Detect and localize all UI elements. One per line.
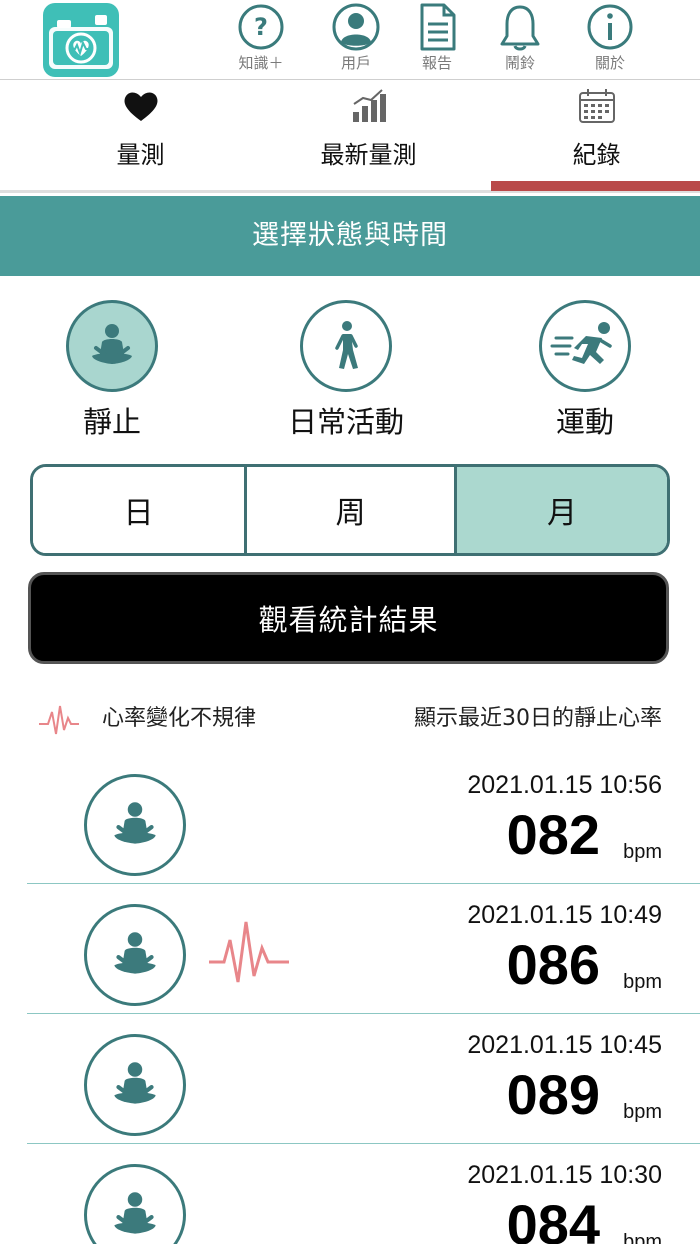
record-status-avatar: [84, 1034, 186, 1136]
record-timestamp: 2021.01.15 10:49: [467, 901, 662, 929]
record-heart-rate: 084: [506, 1193, 600, 1244]
tab-latest[interactable]: 最新量測: [252, 80, 485, 190]
knowledge-button[interactable]: ? 知識＋: [229, 2, 293, 76]
period-selector: 日 周 月: [30, 464, 670, 556]
irregular-heartbeat-icon: [209, 921, 289, 983]
status-daily-activity-label: 日常活動: [287, 405, 404, 439]
user-button[interactable]: 用戶: [324, 2, 388, 76]
legend-range-note: 顯示最近30日的靜止心率: [414, 706, 662, 731]
status-daily-activity[interactable]: 日常活動: [266, 300, 426, 440]
info-circle-icon: [587, 4, 633, 50]
section-title: 選擇狀態與時間: [0, 196, 700, 276]
main-tab-bar: 量測 最新量測 紀錄: [0, 80, 700, 193]
legend-row: 心率變化不規律 顯示最近30日的靜止心率: [0, 696, 700, 746]
user-label: 用戶: [340, 54, 371, 72]
status-exercise[interactable]: 運動: [505, 300, 665, 440]
about-label: 關於: [594, 54, 625, 72]
running-icon: [550, 322, 612, 364]
record-unit: bpm: [623, 1101, 662, 1123]
meditation-icon: [114, 802, 156, 844]
top-header: ? 知識＋ 用戶 報告 鬧鈴 關於: [0, 0, 700, 80]
record-timestamp: 2021.01.15 10:56: [467, 771, 662, 799]
tab-measure-label: 量測: [116, 141, 165, 169]
record-row[interactable]: 2021.01.15 10:45 089 bpm: [0, 1014, 700, 1144]
report-button[interactable]: 報告: [405, 2, 469, 76]
tab-latest-label: 最新量測: [320, 141, 417, 169]
record-status-avatar: [84, 774, 186, 876]
record-unit: bpm: [623, 1231, 662, 1244]
about-button[interactable]: 關於: [578, 2, 642, 76]
status-resting-circle[interactable]: [66, 300, 158, 392]
period-month-button[interactable]: 月: [457, 467, 667, 553]
bar-chart-icon: [352, 89, 386, 122]
record-timestamp: 2021.01.15 10:45: [467, 1031, 662, 1059]
tab-measure[interactable]: 量測: [24, 80, 257, 190]
app-logo: [43, 3, 119, 77]
period-week-button[interactable]: 周: [247, 467, 457, 553]
record-heart-rate: 082: [506, 803, 600, 866]
report-label: 報告: [421, 54, 452, 72]
record-row[interactable]: 2021.01.15 10:49 086 bpm: [0, 884, 700, 1014]
record-unit: bpm: [623, 841, 662, 863]
user-circle-icon: [332, 3, 380, 51]
status-resting-label: 靜止: [82, 405, 141, 439]
document-icon: [420, 3, 456, 51]
record-row[interactable]: 2021.01.15 10:30 084 bpm: [0, 1144, 700, 1244]
view-statistics-button[interactable]: 觀看統計結果: [28, 572, 669, 664]
svg-text:?: ?: [254, 13, 268, 41]
status-exercise-circle[interactable]: [539, 300, 631, 392]
record-heart-rate: 089: [506, 1063, 600, 1126]
record-status-avatar: [84, 1164, 186, 1244]
tab-records[interactable]: 紀錄: [480, 80, 700, 190]
status-resting[interactable]: 靜止: [32, 300, 192, 440]
status-exercise-label: 運動: [555, 405, 614, 439]
period-day-button[interactable]: 日: [33, 467, 247, 553]
record-row[interactable]: 2021.01.15 10:56 082 bpm: [0, 754, 700, 884]
knowledge-label: 知識＋: [238, 54, 284, 72]
meditation-icon: [114, 1062, 156, 1104]
calendar-icon: [578, 89, 615, 123]
tab-records-label: 紀錄: [572, 141, 621, 169]
meditation-icon: [114, 932, 156, 974]
record-status-avatar: [84, 904, 186, 1006]
status-daily-activity-circle[interactable]: [300, 300, 392, 392]
record-heart-rate: 086: [506, 933, 600, 996]
heart-icon: [124, 92, 157, 121]
question-circle-icon: ?: [238, 4, 284, 50]
meditation-icon: [92, 324, 132, 364]
irregular-heartbeat-icon: [39, 705, 79, 735]
heart-camera-logo-icon: [49, 15, 113, 69]
alarm-button[interactable]: 鬧鈴: [488, 2, 552, 76]
bell-icon: [500, 5, 540, 51]
legend-irregular-label: 心率變化不規律: [102, 706, 257, 731]
alarm-label: 鬧鈴: [504, 54, 535, 72]
record-timestamp: 2021.01.15 10:30: [467, 1161, 662, 1189]
record-unit: bpm: [623, 971, 662, 993]
meditation-icon: [114, 1192, 156, 1234]
active-tab-indicator: [491, 181, 700, 191]
walking-icon: [335, 321, 358, 369]
